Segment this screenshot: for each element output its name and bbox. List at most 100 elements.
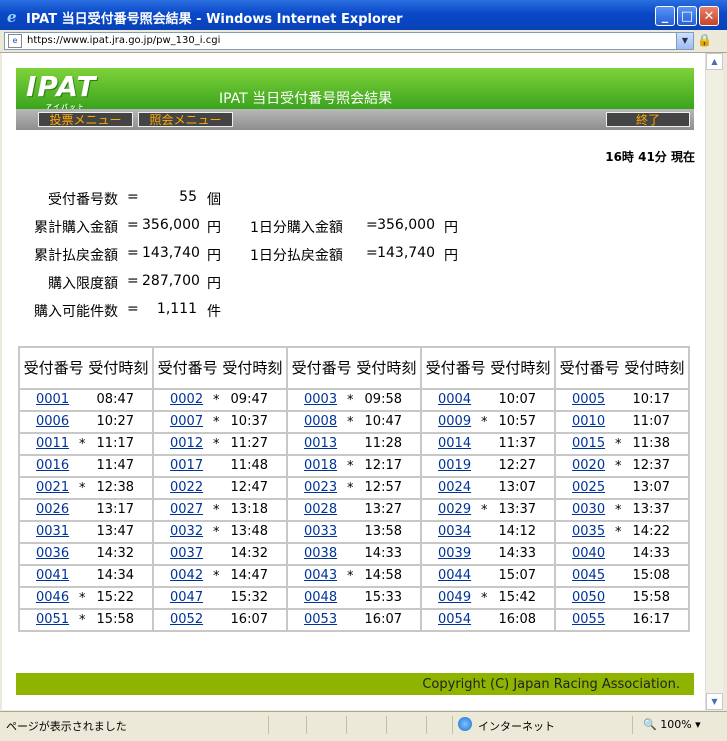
receipt-number-link[interactable]: 0017: [170, 458, 203, 473]
hit-mark: *: [347, 393, 354, 408]
yen-unit: 円: [207, 276, 221, 292]
hit-mark: *: [213, 569, 220, 584]
receipt-number-link[interactable]: 0027: [170, 502, 203, 517]
receipt-number-link[interactable]: 0037: [170, 546, 203, 561]
receipt-number-link[interactable]: 0020: [572, 458, 605, 473]
receipt-number-link[interactable]: 0046: [36, 590, 69, 605]
scroll-up-arrow[interactable]: ▲: [706, 53, 723, 70]
receipt-number-link[interactable]: 0018: [304, 458, 337, 473]
receipt-number-link[interactable]: 0038: [304, 546, 337, 561]
receipt-table: 受付番号 受付時刻 受付番号 受付時刻 受付番号 受付時刻 受付番号 受付時刻 …: [18, 346, 690, 632]
receipt-number-link[interactable]: 0015: [572, 436, 605, 451]
receipt-number-link[interactable]: 0040: [572, 546, 605, 561]
receipt-cell: 0031 13:47: [18, 520, 154, 544]
address-dropdown-button[interactable]: ▼: [676, 33, 693, 49]
receipt-number-link[interactable]: 0022: [170, 480, 203, 495]
receipt-number-link[interactable]: 0019: [438, 458, 471, 473]
receipt-number-link[interactable]: 0029: [438, 502, 471, 517]
receipt-number-link[interactable]: 0036: [36, 546, 69, 561]
receipt-number-link[interactable]: 0016: [36, 458, 69, 473]
receipt-number-link[interactable]: 0002: [170, 392, 203, 407]
yen-unit: 円: [207, 220, 221, 236]
lock-icon[interactable]: 🔒: [697, 33, 712, 48]
receipt-number-link[interactable]: 0014: [438, 436, 471, 451]
receipt-time: 10:57: [498, 414, 536, 429]
receipt-number-link[interactable]: 0051: [36, 612, 69, 627]
table-row: 0051 * 15:58 0052 16:07 0053 16:07 0054 16:08 005…: [18, 608, 690, 632]
zoom-level[interactable]: 🔍 100% ▾: [643, 718, 701, 731]
receipt-number-link[interactable]: 0047: [170, 590, 203, 605]
table-row: 0046 * 15:22 0047 15:32 0048 15:33 0049 * 15:42 00…: [18, 586, 690, 610]
receipt-number-link[interactable]: 0006: [36, 414, 69, 429]
receipt-number-link[interactable]: 0052: [170, 612, 203, 627]
address-field[interactable]: e https://www.ipat.jra.go.jp/pw_130_i.cg…: [4, 32, 694, 50]
receipt-number-link[interactable]: 0042: [170, 568, 203, 583]
security-zone: インターネット: [478, 720, 555, 733]
receipt-number-link[interactable]: 0009: [438, 414, 471, 429]
receipt-cell: 0009 * 10:57: [420, 410, 556, 434]
receipt-number-link[interactable]: 0045: [572, 568, 605, 583]
receipt-time: 11:07: [632, 414, 670, 429]
receipt-number-link[interactable]: 0021: [36, 480, 69, 495]
receipt-time: 12:38: [96, 480, 134, 495]
receipt-time: 09:47: [230, 392, 268, 407]
receipt-time: 13:18: [230, 502, 268, 517]
receipt-number-link[interactable]: 0003: [304, 392, 337, 407]
receipt-number-link[interactable]: 0012: [170, 436, 203, 451]
exit-button[interactable]: 終了: [606, 112, 690, 127]
possible-label: 購入可能件数: [34, 304, 118, 320]
eq-sign: =: [127, 301, 139, 317]
receipt-number-link[interactable]: 0049: [438, 590, 471, 605]
receipt-cell: 0025 13:07: [554, 476, 690, 500]
receipt-number-link[interactable]: 0026: [36, 502, 69, 517]
minimize-button[interactable]: _: [655, 6, 675, 26]
receipt-number-link[interactable]: 0007: [170, 414, 203, 429]
vertical-scrollbar[interactable]: ▲ ▼: [705, 53, 723, 710]
receipt-number-link[interactable]: 0005: [572, 392, 605, 407]
maximize-button[interactable]: □: [677, 6, 697, 26]
receipt-number-link[interactable]: 0054: [438, 612, 471, 627]
receipt-number-link[interactable]: 0055: [572, 612, 605, 627]
receipt-number-link[interactable]: 0031: [36, 524, 69, 539]
close-button[interactable]: ✕: [699, 6, 719, 26]
receipt-number-link[interactable]: 0053: [304, 612, 337, 627]
receipt-cell: 0054 16:08: [420, 608, 556, 632]
receipt-number-link[interactable]: 0008: [304, 414, 337, 429]
receipt-number-link[interactable]: 0030: [572, 502, 605, 517]
receipt-number-link[interactable]: 0028: [304, 502, 337, 517]
possible-value: 1,111: [156, 301, 197, 317]
receipt-number-link[interactable]: 0004: [438, 392, 471, 407]
internet-zone-icon: [458, 717, 472, 731]
receipt-time: 11:17: [96, 436, 134, 451]
receipt-time: 13:47: [96, 524, 134, 539]
receipt-number-link[interactable]: 0024: [438, 480, 471, 495]
inquiry-menu-button[interactable]: 照会メニュー: [138, 112, 233, 127]
receipt-number-link[interactable]: 0023: [304, 480, 337, 495]
receipt-number-link[interactable]: 0001: [36, 392, 69, 407]
vote-menu-button[interactable]: 投票メニュー: [38, 112, 133, 127]
receipt-number-link[interactable]: 0048: [304, 590, 337, 605]
receipt-number-link[interactable]: 0025: [572, 480, 605, 495]
receipt-number-link[interactable]: 0044: [438, 568, 471, 583]
receipt-cell: 0028 13:27: [286, 498, 422, 522]
receipt-number-link[interactable]: 0035: [572, 524, 605, 539]
scroll-down-arrow[interactable]: ▼: [706, 693, 723, 710]
receipt-time: 13:07: [632, 480, 670, 495]
receipt-number-link[interactable]: 0041: [36, 568, 69, 583]
receipt-number-link[interactable]: 0039: [438, 546, 471, 561]
receipt-number-link[interactable]: 0034: [438, 524, 471, 539]
receipt-time: 12:17: [364, 458, 402, 473]
day-buy-value: 356,000: [377, 217, 435, 233]
receipt-number-link[interactable]: 0013: [304, 436, 337, 451]
receipt-number-link[interactable]: 0011: [36, 436, 69, 451]
limit-value: 287,700: [142, 273, 200, 289]
receipt-number-link[interactable]: 0032: [170, 524, 203, 539]
receipt-number-link[interactable]: 0043: [304, 568, 337, 583]
receipt-number-link[interactable]: 0010: [572, 414, 605, 429]
title-bar: e IPAT 当日受付番号照会結果 - Windows Internet Exp…: [0, 0, 727, 30]
receipt-number-link[interactable]: 0050: [572, 590, 605, 605]
page-title: IPAT 当日受付番号照会結果: [219, 91, 393, 107]
possible-unit: 件: [207, 304, 221, 320]
receipt-number-link[interactable]: 0033: [304, 524, 337, 539]
receipt-cell: 0011 * 11:17: [18, 432, 154, 456]
